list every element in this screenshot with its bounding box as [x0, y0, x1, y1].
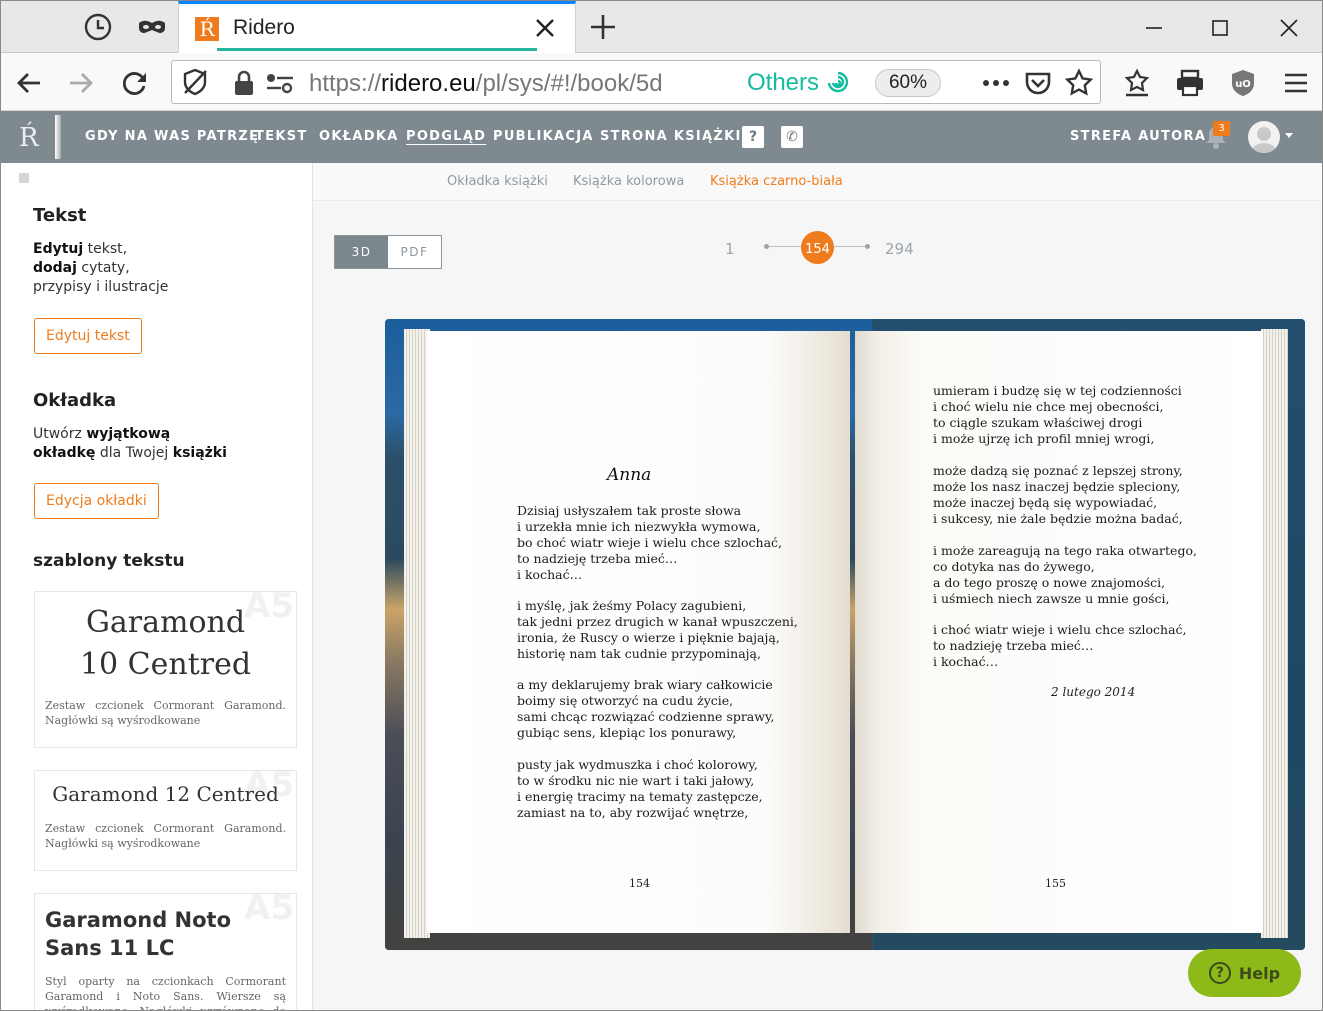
ridero-logo[interactable]: Ŕ [19, 123, 39, 153]
stanza: a my deklarujemy brak wiary całkowicie b… [517, 677, 775, 740]
address-bar[interactable]: https://ridero.eu/pl/sys/#!/book/5d Othe… [171, 60, 1101, 104]
back-arrow-icon[interactable] [13, 67, 45, 99]
template-card[interactable]: A5 Garamond 12 Centred Zestaw czcionek C… [34, 770, 297, 871]
first-page-number[interactable]: 1 [725, 240, 735, 258]
forward-arrow-icon[interactable] [65, 67, 97, 99]
bookmarks-icon[interactable] [1121, 67, 1153, 99]
stanza: i myślę, jak żeśmy Polacy zagubieni, tak… [517, 598, 798, 661]
private-mask-icon[interactable] [136, 11, 168, 43]
tab-cover[interactable]: Okładka książki [447, 174, 548, 189]
book-thumbnail[interactable] [55, 115, 61, 159]
close-icon[interactable] [533, 16, 557, 40]
stanza: umieram i budzę się w tej codzienności i… [933, 383, 1182, 446]
menu-icon[interactable] [1280, 67, 1312, 99]
phone-icon[interactable]: ✆ [781, 126, 803, 148]
reload-icon[interactable] [119, 67, 151, 99]
template-title: Garamond Noto Sans 11 LC [45, 908, 232, 960]
cover-section-heading: Okładka [33, 390, 117, 411]
right-page: umieram i budzę się w tej codzienności i… [855, 331, 1263, 933]
page-number: 155 [1045, 877, 1066, 890]
help-button[interactable]: ? Help [1188, 949, 1301, 997]
url-text[interactable]: https://ridero.eu/pl/sys/#!/book/5d [309, 70, 694, 98]
template-title: Garamond 12 Centred [52, 782, 279, 806]
nav-podglad[interactable]: PODGLĄD [406, 129, 486, 144]
lock-icon[interactable] [233, 70, 255, 101]
help-square-icon[interactable]: ? [742, 126, 764, 148]
nav-strona-ksiazki[interactable]: STRONA KSIĄŻKI [600, 129, 742, 144]
left-page: Anna Dzisiaj usłyszałem tak proste słowa… [427, 331, 850, 933]
poem-title: Anna [607, 465, 652, 485]
stanza: pusty jak wydmuszka i choć kolorowy, to … [517, 757, 763, 820]
edit-text-button[interactable]: Edytuj tekst [34, 318, 142, 354]
templates-heading: szablony tekstu [33, 551, 185, 571]
maximize-icon[interactable] [1205, 13, 1235, 43]
tab-title: Ridero [233, 16, 295, 39]
stanza: i choć wiatr wieje i wielu chce szlochać… [933, 622, 1187, 669]
nav-okladka[interactable]: OKŁADKA [319, 129, 399, 144]
tracking-shield-icon[interactable] [180, 67, 210, 102]
svg-text:uO: uO [1235, 79, 1251, 90]
page-stack-right [1261, 329, 1288, 938]
nav-tekst[interactable]: TEKST [255, 129, 308, 144]
permissions-icon[interactable] [265, 71, 295, 100]
history-icon[interactable] [82, 11, 114, 43]
author-zone-link[interactable]: STREFA AUTORA [1070, 129, 1206, 144]
zoom-level-button[interactable]: 60% [875, 69, 941, 97]
template-description: Styl oparty na czcionkach Cormorant Gara… [45, 975, 286, 1010]
help-label: Help [1238, 963, 1281, 983]
tab-ridero[interactable]: Ŕ Ridero [178, 1, 576, 54]
cover-section-description: Utwórz wyjątkową okładkę dla Twojej ksią… [33, 426, 227, 461]
book-3d-preview[interactable]: Anna Dzisiaj usłyszałem tak proste słowa… [385, 319, 1305, 950]
mode-pdf-button[interactable]: PDF [388, 236, 441, 268]
edit-cover-button[interactable]: Edycja okładki [34, 483, 159, 519]
ublock-icon[interactable]: uO [1227, 67, 1259, 99]
pocket-icon[interactable] [1024, 69, 1052, 102]
navigation-toolbar: https://ridero.eu/pl/sys/#!/book/5d Othe… [1, 53, 1322, 111]
container-label[interactable]: Others [747, 69, 819, 97]
stanza: może dadzą się poznać z lepszej strony, … [933, 463, 1183, 526]
print-icon[interactable] [1174, 67, 1206, 99]
text-section-description: Edytuj tekst, dodaj cytaty, przypisy i i… [33, 241, 169, 295]
view-mode-toggle: 3D PDF [334, 235, 442, 269]
fingerprint-icon[interactable] [826, 70, 850, 101]
ridero-favicon-icon: Ŕ [195, 17, 219, 41]
slider-start-dot [764, 244, 769, 249]
sidebar: Tekst Edytuj tekst, dodaj cytaty, przypi… [1, 163, 313, 1010]
stanza: Dzisiaj usłyszałem tak proste słowa i ur… [517, 503, 783, 582]
site-header: Ŕ GDY NA WAS PATRZĘ TEKST OKŁADKA PODGLĄ… [1, 111, 1322, 163]
preview-area: Okładka książki Książka kolorowa Książka… [313, 163, 1322, 1010]
nav-book-title[interactable]: GDY NA WAS PATRZĘ [85, 129, 259, 144]
tab-color-book[interactable]: Książka kolorowa [573, 174, 684, 189]
help-icon: ? [1208, 962, 1231, 984]
template-title: Garamond 10 Centred [79, 605, 252, 682]
tab-bw-book[interactable]: Książka czarno-biała [710, 174, 843, 189]
page-number: 154 [629, 877, 650, 890]
template-card[interactable]: A5 Garamond Noto Sans 11 LC Styl oparty … [34, 893, 297, 1010]
notification-badge: 3 [1213, 121, 1230, 136]
stanza: i może zareagują na tego raka otwartego,… [933, 543, 1197, 606]
chevron-down-icon[interactable] [1285, 133, 1293, 138]
preview-subtabs: Okładka książki Książka kolorowa Książka… [313, 163, 1322, 201]
mode-3d-button[interactable]: 3D [335, 236, 388, 268]
window-close-icon[interactable] [1274, 13, 1304, 43]
more-icon[interactable] [981, 70, 1011, 101]
collapse-handle[interactable] [19, 173, 29, 183]
slider-end-dot [865, 244, 870, 249]
nav-publikacja[interactable]: PUBLIKACJA [493, 129, 594, 144]
plus-icon[interactable] [587, 11, 619, 43]
page-slider-handle[interactable]: 154 [801, 231, 834, 264]
tab-strip: Ŕ Ridero [1, 1, 1322, 54]
minimize-icon[interactable] [1139, 13, 1169, 43]
template-description: Zestaw czcionek Cormorant Garamond. Nagł… [45, 699, 286, 727]
star-icon[interactable] [1064, 68, 1094, 103]
avatar-icon[interactable] [1248, 121, 1280, 153]
last-page-number[interactable]: 294 [885, 240, 914, 258]
template-card[interactable]: A5 Garamond 10 Centred Zestaw czcionek C… [34, 591, 297, 748]
poem-date: 2 lutego 2014 [1051, 685, 1136, 699]
browser-window: Ŕ Ridero https://ridero.eu/pl/sys/#!/boo… [0, 0, 1323, 1011]
container-indicator [217, 48, 537, 51]
template-description: Zestaw czcionek Cormorant Garamond. Nagł… [45, 822, 286, 850]
text-section-heading: Tekst [33, 205, 87, 226]
